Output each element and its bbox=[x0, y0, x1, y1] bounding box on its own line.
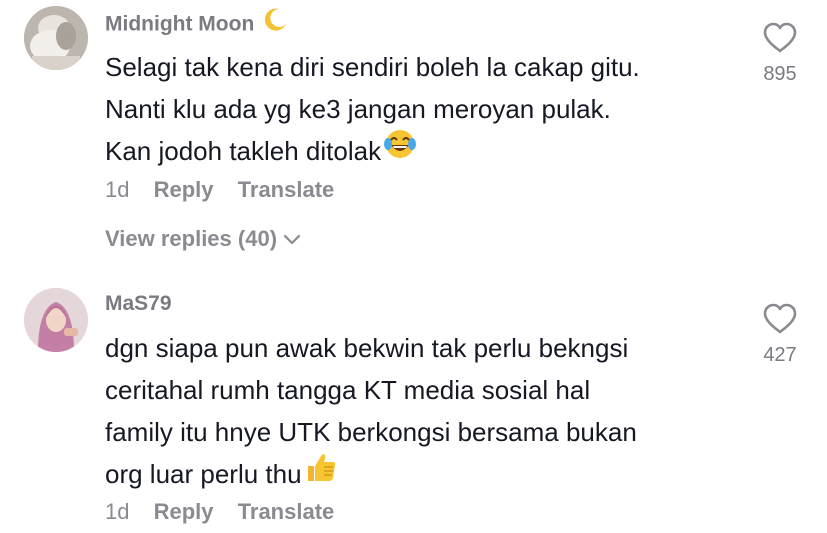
laughing-tears-emoji-icon bbox=[383, 127, 417, 173]
username[interactable]: Midnight Moon bbox=[105, 8, 288, 39]
comment-line: family itu hnye UTK berkongsi bersama bu… bbox=[105, 417, 637, 447]
translate-button[interactable]: Translate bbox=[238, 177, 335, 202]
comment-meta: 1d Reply Translate bbox=[105, 177, 352, 203]
comment-text: dgn siapa pun awak bekwin tak perlu bekn… bbox=[105, 327, 725, 496]
chevron-down-icon bbox=[283, 226, 301, 252]
comment-item: MaS79 dgn siapa pun awak bekwin tak perl… bbox=[0, 280, 827, 533]
thumbs-up-emoji-icon bbox=[304, 450, 338, 496]
heart-icon[interactable] bbox=[762, 22, 798, 58]
comment-item: Midnight Moon Selagi tak kena diri sendi… bbox=[0, 0, 827, 280]
like-control[interactable]: 895 bbox=[745, 22, 815, 86]
comment-text: Selagi tak kena diri sendiri boleh la ca… bbox=[105, 46, 725, 173]
username[interactable]: MaS79 bbox=[105, 292, 172, 316]
like-control[interactable]: 427 bbox=[745, 303, 815, 367]
comment-line-last: org luar perlu thu bbox=[105, 453, 725, 496]
comment-line-last: Kan jodoh takleh ditolak bbox=[105, 130, 725, 173]
reply-button[interactable]: Reply bbox=[154, 177, 214, 202]
translate-button[interactable]: Translate bbox=[238, 499, 335, 524]
comment-meta: 1d Reply Translate bbox=[105, 499, 352, 525]
comment-line: ceritahal rumh tangga KT media sosial ha… bbox=[105, 375, 591, 405]
avatar[interactable] bbox=[24, 6, 88, 70]
reply-button[interactable]: Reply bbox=[154, 499, 214, 524]
like-count: 895 bbox=[763, 63, 797, 85]
comment-line: dgn siapa pun awak bekwin tak perlu bekn… bbox=[105, 333, 629, 363]
heart-icon[interactable] bbox=[762, 303, 798, 339]
comment-line: Selagi tak kena diri sendiri boleh la ca… bbox=[105, 52, 640, 82]
view-replies-button[interactable]: View replies (40) bbox=[105, 226, 301, 252]
avatar[interactable] bbox=[24, 288, 88, 352]
comment-date: 1d bbox=[105, 499, 130, 524]
like-count: 427 bbox=[763, 344, 797, 366]
comment-date: 1d bbox=[105, 177, 130, 202]
crescent-moon-icon bbox=[262, 7, 288, 39]
comment-line: Nanti klu ada yg ke3 jangan meroyan pula… bbox=[105, 94, 611, 124]
